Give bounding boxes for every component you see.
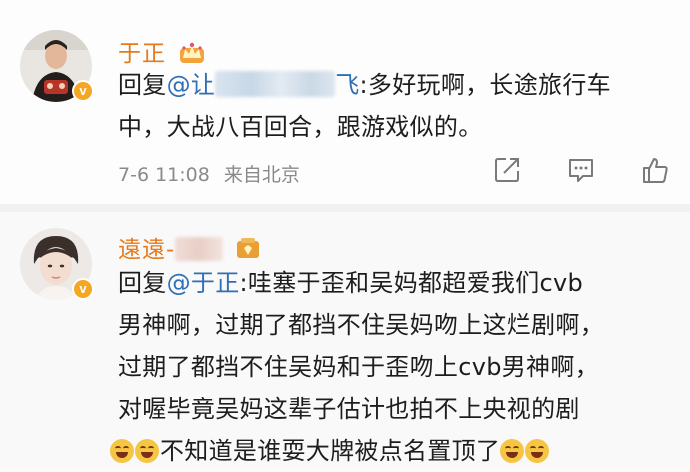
comment-meta: 7-6 11:08 来自北京 <box>118 160 300 187</box>
comment-icon[interactable] <box>566 155 596 185</box>
comment-item-1: v 于正 回复@让 飞:多好玩啊，长途旅行车 中，大战八百回合，跟游戏似的。 7-… <box>0 0 690 205</box>
like-icon[interactable] <box>640 155 670 185</box>
laugh-cry-emoji <box>110 439 134 463</box>
comment-divider <box>0 204 690 212</box>
comment-item-2: v 遠遠- 回复@于正:哇塞于歪和吴妈都超爱我们cvb 男神啊，过期了都挡不住吴… <box>0 212 690 468</box>
verified-badge: v <box>72 80 94 102</box>
grin-emoji <box>525 439 550 463</box>
crown-icon <box>180 42 205 63</box>
mention-link[interactable]: @让飞 <box>167 71 360 99</box>
location: 来自北京 <box>223 164 300 186</box>
username[interactable]: 于正 <box>118 34 206 68</box>
fan-badge-icon <box>236 238 259 258</box>
redacted-name <box>175 237 224 261</box>
laugh-cry-emoji <box>135 439 159 463</box>
verified-badge: v <box>72 278 94 300</box>
avatar[interactable]: v <box>20 30 94 102</box>
avatar[interactable]: v <box>20 228 94 300</box>
grin-emoji <box>500 439 525 463</box>
comment-text: 回复@于正:哇塞于歪和吴妈都超爱我们cvb 男神啊，过期了都挡不住吴妈吻上这烂剧… <box>110 262 678 472</box>
share-icon[interactable] <box>492 155 522 185</box>
redacted-name <box>215 71 336 97</box>
comment-actions <box>492 155 670 185</box>
comment-text: 回复@让 飞:多好玩啊，长途旅行车 中，大战八百回合，跟游戏似的。 <box>118 71 611 141</box>
username[interactable]: 遠遠- <box>118 230 261 264</box>
mention-link[interactable]: @于正 <box>167 269 240 297</box>
timestamp: 7-6 11:08 <box>118 164 210 186</box>
